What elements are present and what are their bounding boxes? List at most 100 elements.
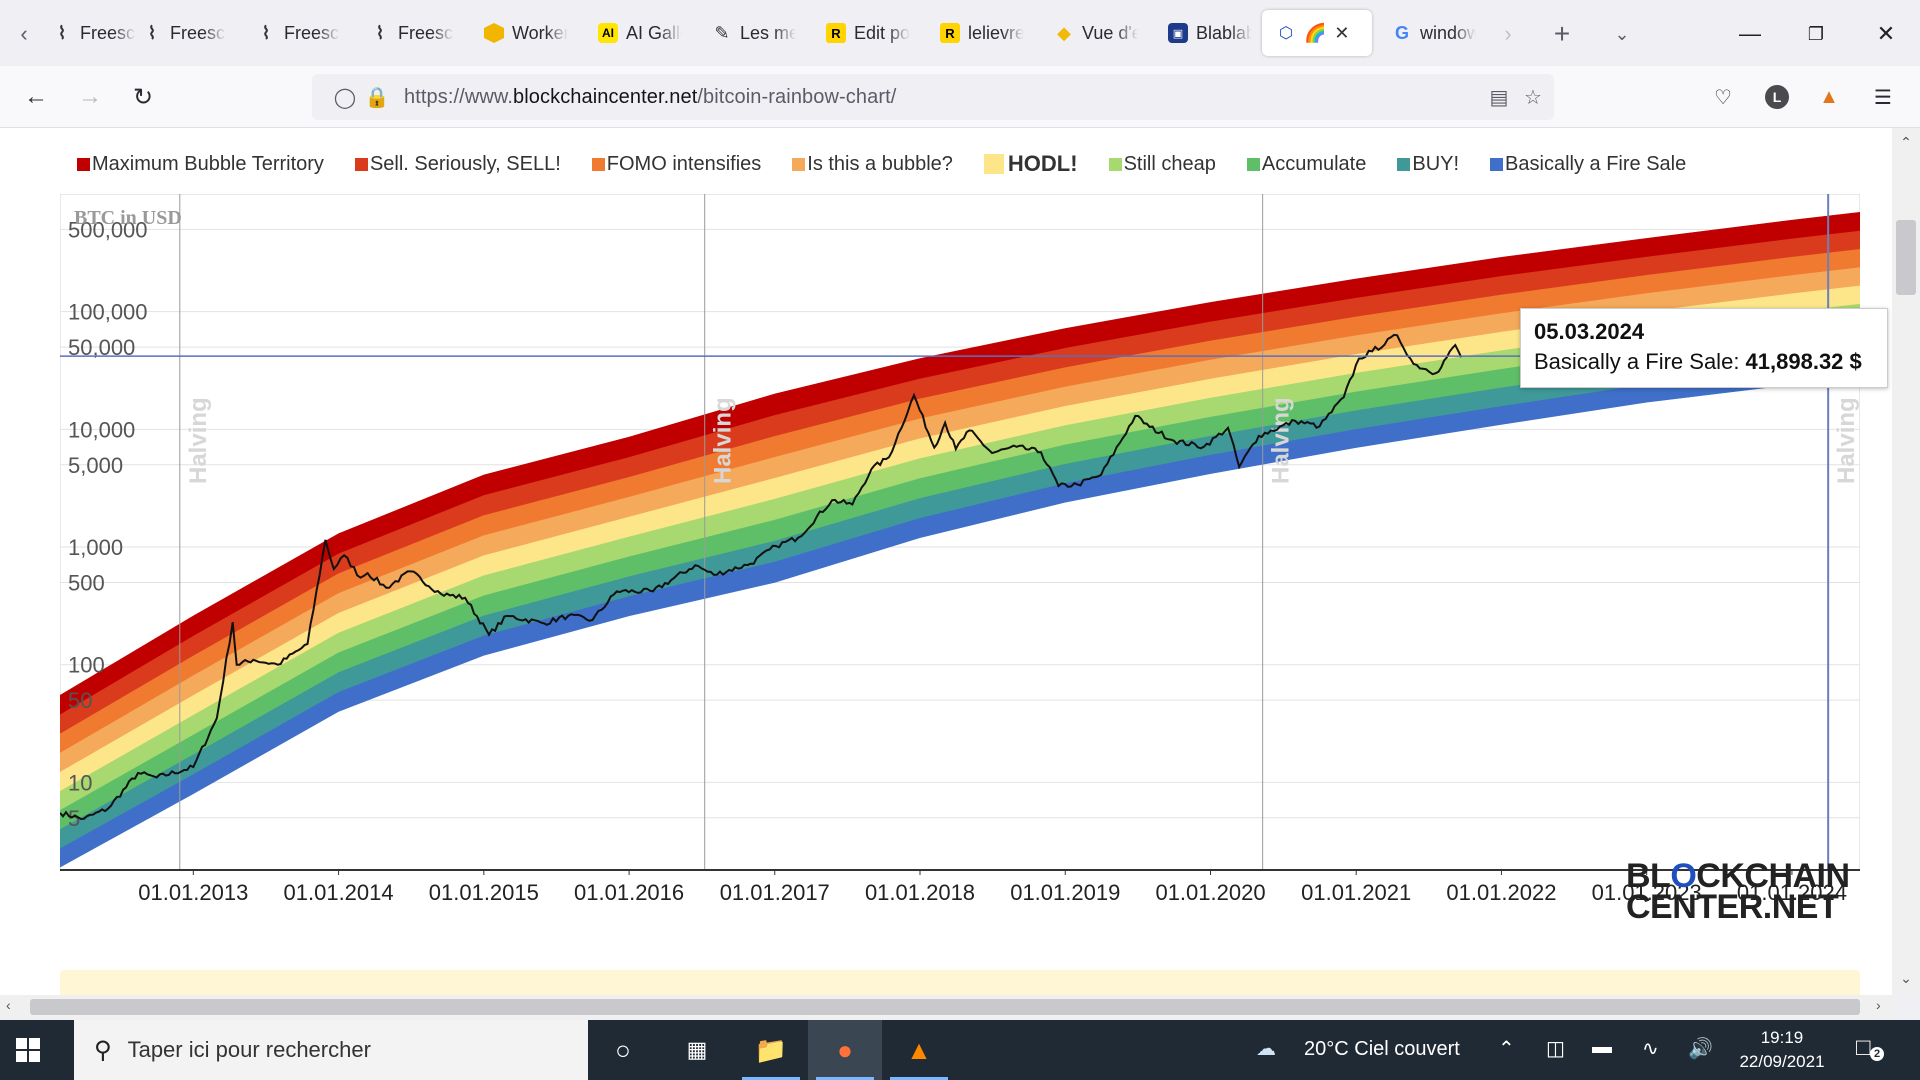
scroll-down-icon[interactable]: ⌄ <box>1896 970 1916 987</box>
battery-icon[interactable]: ▬ <box>1592 1036 1612 1059</box>
new-tab-button[interactable]: + <box>1544 16 1580 52</box>
show-hidden-icons-chevron-icon[interactable]: ⌃ <box>1498 1036 1515 1061</box>
waveform-icon: ⌇ <box>375 22 385 43</box>
file-explorer-icon[interactable]: 📁 <box>734 1020 808 1080</box>
halving-label: Halving <box>185 397 212 484</box>
legend-item[interactable]: FOMO intensifies <box>591 153 761 176</box>
rainbow-chart-svg[interactable]: Halving Halving Halving Halving500,000100,0… <box>60 194 1860 944</box>
tooltip-band-label: Basically a Fire Sale <box>1534 349 1734 374</box>
tab-label: lelievre <box>968 22 1024 43</box>
volume-icon[interactable]: 🔊 <box>1688 1036 1713 1061</box>
x-tick-label: 01.01.2019 <box>1010 880 1120 905</box>
legend-label: Maximum Bubble Territory <box>92 152 324 175</box>
forward-button[interactable]: → <box>71 78 109 116</box>
taskbar-clock[interactable]: 19:19 22/09/2021 <box>1736 1026 1828 1074</box>
taskbar-search-box[interactable]: ⚲ Taper ici pour rechercher <box>74 1020 588 1080</box>
browser-tab[interactable]: ⌇ Freescout <box>356 10 464 56</box>
address-bar[interactable]: ◯ 🔒 https://www.blockchaincenter.net/bit… <box>312 74 1554 120</box>
x-tick-label: 01.01.2022 <box>1446 880 1556 905</box>
scroll-up-icon[interactable]: ⌃ <box>1896 134 1916 151</box>
restore-button[interactable]: ❐ <box>1796 14 1836 54</box>
bookmark-star-icon[interactable]: ☆ <box>1518 82 1548 112</box>
firefox-icon[interactable]: ● <box>808 1020 882 1080</box>
legend-item[interactable]: Is this a bubble? <box>792 153 953 176</box>
list-all-tabs-chevron-icon[interactable]: ⌄ <box>1604 16 1640 52</box>
horizontal-scrollbar[interactable]: ‹ › <box>0 995 1892 1020</box>
tabs-scroll-left-icon[interactable]: ‹ <box>6 16 42 52</box>
wifi-icon[interactable]: ∿ <box>1642 1036 1659 1061</box>
browser-tab[interactable]: AI AI Gallery <box>584 10 692 56</box>
weather-text[interactable]: 20°C Ciel couvert <box>1304 1038 1460 1061</box>
browser-tab[interactable]: Rlelievre <box>926 10 1034 56</box>
legend-item[interactable]: Sell. Seriously, SELL! <box>354 152 561 176</box>
notifications-count: 2 <box>1870 1047 1884 1061</box>
browser-tab[interactable]: ⌇ Freescout <box>242 10 350 56</box>
x-tick-label: 01.01.2013 <box>138 880 248 905</box>
page-viewport: Maximum Bubble Territory Sell. Seriously,… <box>0 128 1892 995</box>
chart-legend: Maximum Bubble Territory Sell. Seriously,… <box>77 150 1717 178</box>
reader-view-icon[interactable]: ▤ <box>1484 82 1514 112</box>
horizontal-scroll-thumb[interactable] <box>30 999 1860 1015</box>
legend-item[interactable]: Accumulate <box>1246 153 1366 176</box>
url-text[interactable]: https://www.blockchaincenter.net/bitcoin… <box>404 86 896 109</box>
pocket-icon[interactable]: ♡ <box>1706 80 1740 114</box>
tab-label: Blablabla <box>1196 22 1252 43</box>
legend-item[interactable]: BUY! <box>1397 153 1459 176</box>
halving-label: Halving <box>1268 397 1295 484</box>
clock-date: 22/09/2021 <box>1739 1052 1825 1071</box>
scroll-right-icon[interactable]: › <box>1876 997 1881 1013</box>
shield-icon[interactable]: ◯ <box>330 82 360 112</box>
task-view-icon[interactable]: ▦ <box>660 1020 734 1080</box>
meet-now-icon[interactable]: ◫ <box>1546 1036 1565 1061</box>
notifications-icon[interactable]: □ 2 <box>1856 1034 1884 1062</box>
browser-tab[interactable]: Workers <box>470 10 578 56</box>
browser-tab[interactable]: Gwindows <box>1378 10 1486 56</box>
legend-swatch <box>354 157 368 171</box>
reload-button[interactable]: ↻ <box>124 78 162 116</box>
windows-taskbar: ⚲ Taper ici pour rechercher ○ ▦ 📁 ● ▲ ☁ … <box>0 1020 1920 1080</box>
x-tick-label: 01.01.2017 <box>720 880 830 905</box>
legend-swatch <box>77 157 90 171</box>
lock-icon[interactable]: 🔒 <box>362 82 392 112</box>
tab-label: Les meilleurs <box>740 22 796 43</box>
vertical-scrollbar[interactable]: ⌃ ⌄ <box>1892 128 1920 995</box>
legend-swatch <box>792 157 806 171</box>
r-icon: R <box>940 23 960 43</box>
legend-item[interactable]: Still cheap <box>1108 153 1216 176</box>
browser-tab[interactable]: ⬡ 🌈 ✕ <box>1262 10 1372 56</box>
close-window-button[interactable]: ✕ <box>1866 14 1906 54</box>
menu-hamburger-icon[interactable]: ☰ <box>1866 80 1900 114</box>
close-tab-icon[interactable]: ✕ <box>1334 23 1349 44</box>
weather-cloud-icon[interactable]: ☁ <box>1256 1036 1276 1061</box>
legend-item[interactable]: Maximum Bubble Territory <box>77 153 324 176</box>
legend-swatch <box>1246 157 1260 171</box>
scroll-left-icon[interactable]: ‹ <box>6 997 11 1013</box>
rainbow-icon: 🌈 <box>1304 22 1327 43</box>
vertical-scroll-thumb[interactable] <box>1896 220 1916 295</box>
legend-label: Sell. Seriously, SELL! <box>369 152 561 175</box>
legend-swatch <box>1108 157 1122 171</box>
tabs-scroll-right-icon[interactable]: › <box>1490 16 1526 52</box>
blockchaincenter-logo: BLOCKCHAIN CENTER.NET <box>1626 859 1850 924</box>
cortana-icon[interactable]: ○ <box>586 1020 660 1080</box>
tab-label: Freescout <box>284 22 340 43</box>
back-button[interactable]: ← <box>17 78 55 116</box>
browser-tab[interactable]: ▣ Blablabla <box>1154 10 1262 56</box>
browser-tab[interactable]: ✎ Les meilleurs <box>698 10 806 56</box>
url-path: /bitcoin-rainbow-chart/ <box>697 85 897 108</box>
vlc-icon[interactable]: ▲ <box>882 1020 956 1080</box>
hexagon-icon <box>484 23 504 43</box>
minimize-button[interactable]: — <box>1730 14 1770 54</box>
rainbow-chart[interactable]: Halving Halving Halving Halving 500,000 100,0… <box>60 194 1888 944</box>
windows-start-icon[interactable] <box>16 1038 40 1062</box>
pen-icon: ✎ <box>714 22 730 43</box>
tab-label: AI Gallery <box>626 22 682 43</box>
account-avatar-icon[interactable]: L <box>1760 80 1794 114</box>
metamask-fox-icon[interactable]: ▲ <box>1812 80 1846 114</box>
info-box <box>60 970 1860 995</box>
legend-item[interactable]: HODL! <box>983 151 1078 177</box>
browser-tab[interactable]: ⌇ Freescout <box>128 10 236 56</box>
browser-tab[interactable]: R Edit post <box>812 10 920 56</box>
legend-item[interactable]: Basically a Fire Sale <box>1490 153 1686 176</box>
browser-tab[interactable]: ◆ Vue d'ensemble <box>1040 10 1148 56</box>
